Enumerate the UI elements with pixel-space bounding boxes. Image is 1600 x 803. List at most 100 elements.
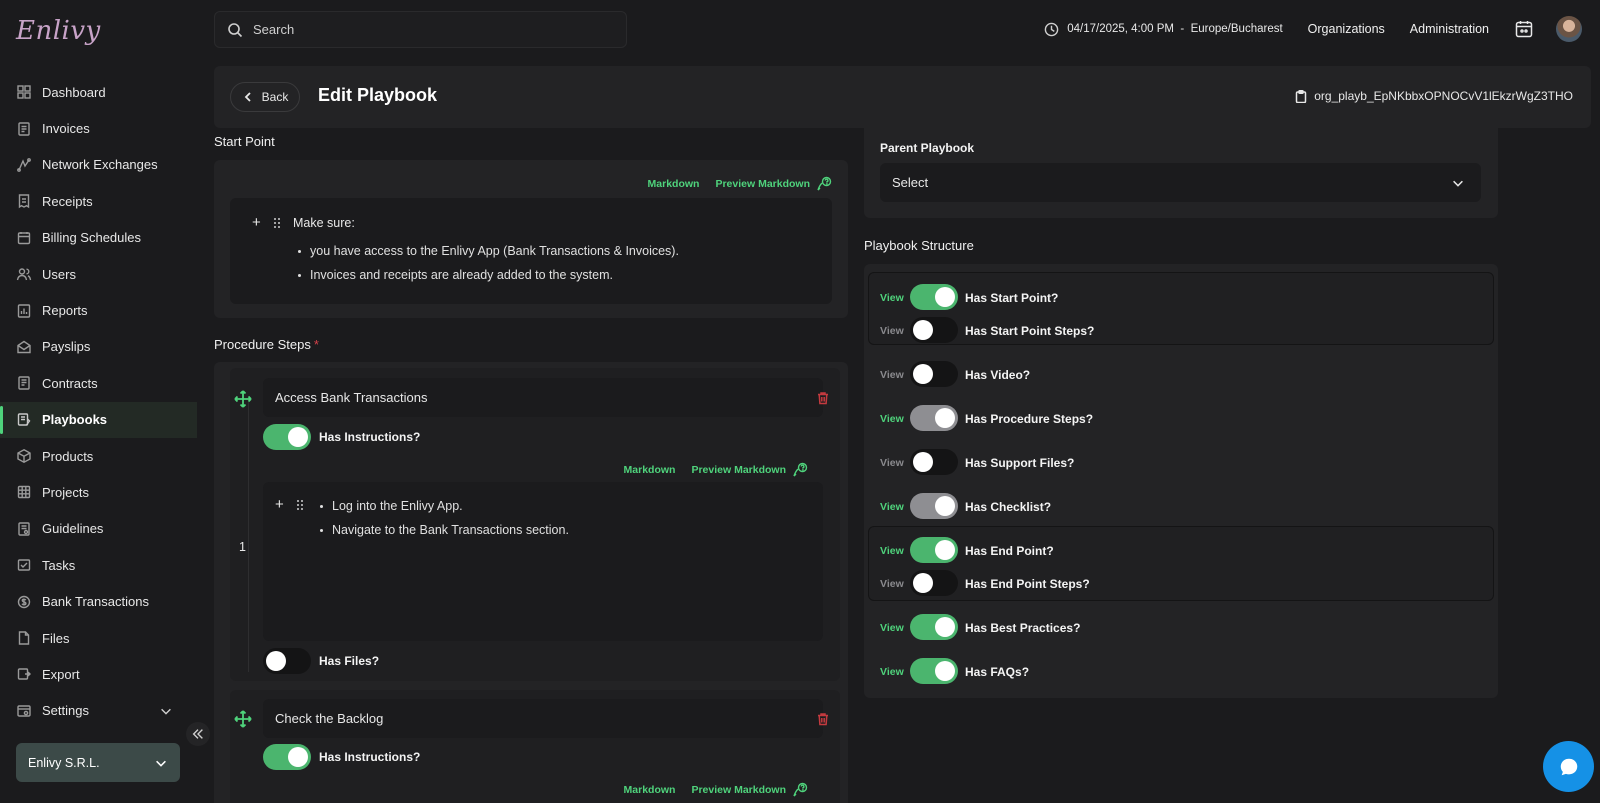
editor-tools: +: [275, 496, 304, 513]
has-support-files-toggle[interactable]: [910, 449, 958, 475]
sidebar-item-playbooks[interactable]: Playbooks: [0, 401, 197, 438]
sidebar-item-receipts[interactable]: Receipts: [0, 183, 197, 219]
sidebar-item-label: Bank Transactions: [42, 594, 149, 610]
start-point-intro: Make sure:: [293, 216, 355, 230]
view-link-has-procedure-steps[interactable]: View: [880, 413, 904, 425]
has-end-point-steps-label: Has End Point Steps?: [965, 577, 1090, 591]
start-point-editor[interactable]: + Make sure: you have access to the Enli…: [230, 198, 832, 304]
list-item: Invoices and receipts are already added …: [298, 268, 679, 282]
administration-link[interactable]: Administration: [1410, 22, 1489, 36]
view-link-has-end-point-steps[interactable]: View: [880, 578, 904, 590]
app-logo[interactable]: Enlivy: [16, 16, 101, 46]
collapse-sidebar-button[interactable]: [186, 722, 210, 746]
start-point-group: [868, 272, 1494, 345]
trash-icon[interactable]: [816, 712, 830, 726]
back-button[interactable]: Back: [230, 82, 300, 112]
has-files-toggle[interactable]: [263, 648, 311, 674]
sidebar-item-invoices[interactable]: Invoices: [0, 110, 197, 146]
calendar-icon[interactable]: [1514, 19, 1534, 39]
view-link-has-best-practices[interactable]: View: [880, 622, 904, 634]
view-link-has-end-point[interactable]: View: [880, 545, 904, 557]
user-avatar[interactable]: [1556, 16, 1582, 42]
sidebar-item-billing-schedules[interactable]: Billing Schedules: [0, 220, 197, 256]
has-best-practices-toggle[interactable]: [910, 614, 958, 640]
view-link-has-faqs[interactable]: View: [880, 666, 904, 678]
has-start-point-toggle[interactable]: [910, 284, 958, 310]
contract-icon: [16, 375, 32, 391]
sidebar: Enlivy Dashboard Invoices Network Exchange…: [0, 0, 197, 803]
sidebar-item-products[interactable]: Products: [0, 438, 197, 474]
list-item: you have access to the Enlivy App (Bank …: [298, 244, 679, 258]
step-rail: [248, 402, 249, 672]
sidebar-item-settings[interactable]: Settings: [0, 693, 197, 729]
view-link-has-start-point[interactable]: View: [880, 292, 904, 304]
reports-icon: [16, 303, 32, 319]
sidebar-item-dashboard[interactable]: Dashboard: [0, 74, 197, 110]
markdown-toolbar: Markdown Preview Markdown: [624, 782, 808, 798]
has-checklist-toggle[interactable]: [910, 493, 958, 519]
chat-button[interactable]: [1543, 741, 1594, 792]
organization-select[interactable]: Enlivy S.R.L.: [16, 743, 180, 782]
sidebar-item-bank-transactions[interactable]: Bank Transactions: [0, 583, 197, 619]
search-bar[interactable]: [214, 11, 627, 48]
add-block-icon[interactable]: +: [252, 214, 261, 231]
search-input[interactable]: [253, 22, 613, 37]
dashboard-icon: [16, 84, 32, 100]
has-checklist-label: Has Checklist?: [965, 500, 1052, 514]
sidebar-item-export[interactable]: Export: [0, 656, 197, 692]
invoice-icon: [16, 121, 32, 137]
markdown-tab[interactable]: Markdown: [624, 784, 676, 796]
markdown-tab[interactable]: Markdown: [648, 178, 700, 190]
toggle-knob: [913, 320, 933, 340]
sidebar-item-network-exchanges[interactable]: Network Exchanges: [0, 147, 197, 183]
has-end-point-toggle[interactable]: [910, 537, 958, 563]
drag-handle-icon[interactable]: [273, 217, 281, 229]
sidebar-item-tasks[interactable]: Tasks: [0, 547, 197, 583]
sidebar-item-projects[interactable]: Projects: [0, 474, 197, 510]
chevron-down-icon[interactable]: [159, 704, 173, 718]
toggle-knob: [935, 540, 955, 560]
step-title-input[interactable]: [275, 390, 775, 405]
organizations-link[interactable]: Organizations: [1308, 22, 1385, 36]
step-instructions-editor[interactable]: + Log into the Enlivy App. Navigate to t…: [263, 482, 823, 641]
view-link-has-start-point-steps[interactable]: View: [880, 325, 904, 337]
move-icon[interactable]: [234, 710, 252, 728]
move-icon[interactable]: [234, 390, 252, 408]
sidebar-item-contracts[interactable]: Contracts: [0, 365, 197, 401]
procedure-steps-panel: Has Instructions? Markdown Preview Markd…: [214, 362, 848, 803]
sidebar-item-guidelines[interactable]: Guidelines: [0, 511, 197, 547]
markdown-tab[interactable]: Markdown: [624, 464, 676, 476]
preview-markdown-tab[interactable]: Preview Markdown: [715, 178, 810, 190]
view-link-has-support-files[interactable]: View: [880, 457, 904, 469]
has-video-toggle[interactable]: [910, 361, 958, 387]
preview-markdown-tab[interactable]: Preview Markdown: [691, 464, 786, 476]
step-title-field[interactable]: [263, 378, 823, 417]
view-link-has-checklist[interactable]: View: [880, 501, 904, 513]
step-title-field[interactable]: [263, 699, 823, 738]
has-start-point-steps-toggle[interactable]: [910, 317, 958, 343]
has-instructions-toggle[interactable]: [263, 744, 311, 770]
sidebar-item-reports[interactable]: Reports: [0, 292, 197, 328]
org-id[interactable]: org_playb_EpNKbbxOPNOCvV1lEkzrWgZ3THO: [1295, 89, 1573, 103]
step-title-input[interactable]: [275, 711, 775, 726]
clock-icon: [1044, 22, 1067, 37]
has-instructions-toggle[interactable]: [263, 424, 311, 450]
preview-markdown-tab[interactable]: Preview Markdown: [691, 784, 786, 796]
view-link-has-video[interactable]: View: [880, 369, 904, 381]
trash-icon[interactable]: [816, 391, 830, 405]
drag-handle-icon[interactable]: [296, 499, 304, 511]
sidebar-item-users[interactable]: Users: [0, 256, 197, 292]
has-procedure-steps-toggle[interactable]: [910, 405, 958, 431]
has-end-point-steps-toggle[interactable]: [910, 570, 958, 596]
parent-playbook-select[interactable]: Select: [880, 163, 1481, 202]
has-faqs-toggle[interactable]: [910, 658, 958, 684]
markdown-help-icon[interactable]: [792, 462, 808, 478]
add-block-icon[interactable]: +: [275, 496, 284, 513]
toggle-knob: [266, 651, 286, 671]
sidebar-item-payslips[interactable]: Payslips: [0, 329, 197, 365]
editor-tools: +: [252, 214, 281, 231]
start-point-bullets: you have access to the Enlivy App (Bank …: [298, 244, 679, 291]
sidebar-item-files[interactable]: Files: [0, 620, 197, 656]
markdown-help-icon[interactable]: [792, 782, 808, 798]
markdown-help-icon[interactable]: [816, 176, 832, 192]
